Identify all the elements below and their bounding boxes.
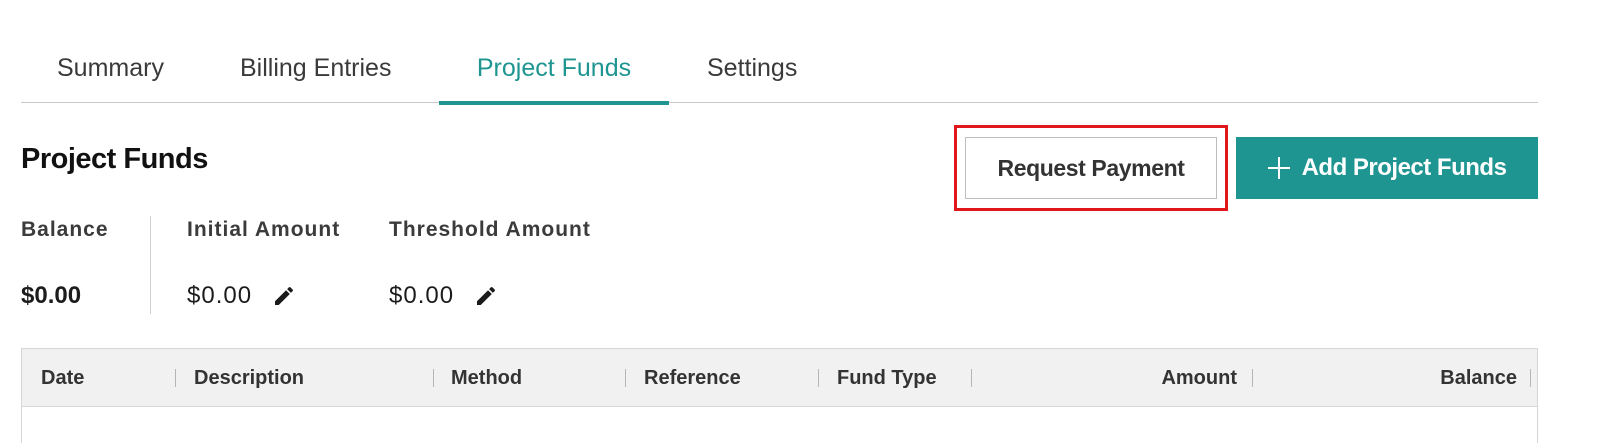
tab-bar: Summary Billing Entries Project Funds Se… [21,0,1538,105]
column-header-date[interactable]: Date [41,349,176,407]
column-header-fund-type[interactable]: Fund Type [837,349,972,407]
pencil-icon[interactable] [272,284,296,308]
tab-project-funds[interactable]: Project Funds [439,48,669,105]
project-funds-table: Date Description Method Reference Fund T… [21,348,1538,443]
tab-label: Summary [57,54,164,82]
plus-icon [1267,157,1290,179]
tab-billing-entries[interactable]: Billing Entries [240,48,391,103]
threshold-amount-value: $0.00 [389,282,498,310]
request-payment-button[interactable]: Request Payment [965,137,1217,199]
column-header-label: Date [41,367,85,389]
column-header-reference[interactable]: Reference [644,349,819,407]
add-project-funds-button[interactable]: Add Project Funds [1236,137,1538,199]
balance-label: Balance [21,218,109,241]
stats-divider [150,216,151,314]
tab-label: Settings [707,54,798,82]
threshold-amount-label: Threshold Amount [389,218,591,241]
threshold-amount: $0.00 [389,282,455,309]
column-header-balance[interactable]: Balance [1272,349,1531,407]
table-body [22,407,1537,443]
tab-label: Project Funds [476,54,632,82]
initial-amount: $0.00 [187,282,253,309]
pencil-icon[interactable] [474,284,498,308]
add-project-funds-label: Add Project Funds [1301,154,1507,181]
table-header: Date Description Method Reference Fund T… [22,349,1537,407]
tab-label: Billing Entries [240,54,392,82]
tab-settings[interactable]: Settings [707,48,797,103]
column-header-label: Balance [1440,367,1517,389]
initial-amount-label: Initial Amount [187,218,341,241]
initial-amount-value: $0.00 [187,282,296,310]
column-header-label: Method [451,367,523,389]
tab-summary[interactable]: Summary [57,48,164,103]
column-header-label: Reference [644,367,741,389]
balance-amount: $0.00 [21,282,82,309]
column-header-method[interactable]: Method [451,349,626,407]
column-header-label: Description [194,367,305,389]
column-header-label: Fund Type [837,367,937,389]
page-title: Project Funds [21,143,208,175]
column-header-label: Amount [1161,367,1237,389]
column-header-amount[interactable]: Amount [1012,349,1253,407]
column-header-description[interactable]: Description [194,349,434,407]
balance-value: $0.00 [21,282,81,310]
